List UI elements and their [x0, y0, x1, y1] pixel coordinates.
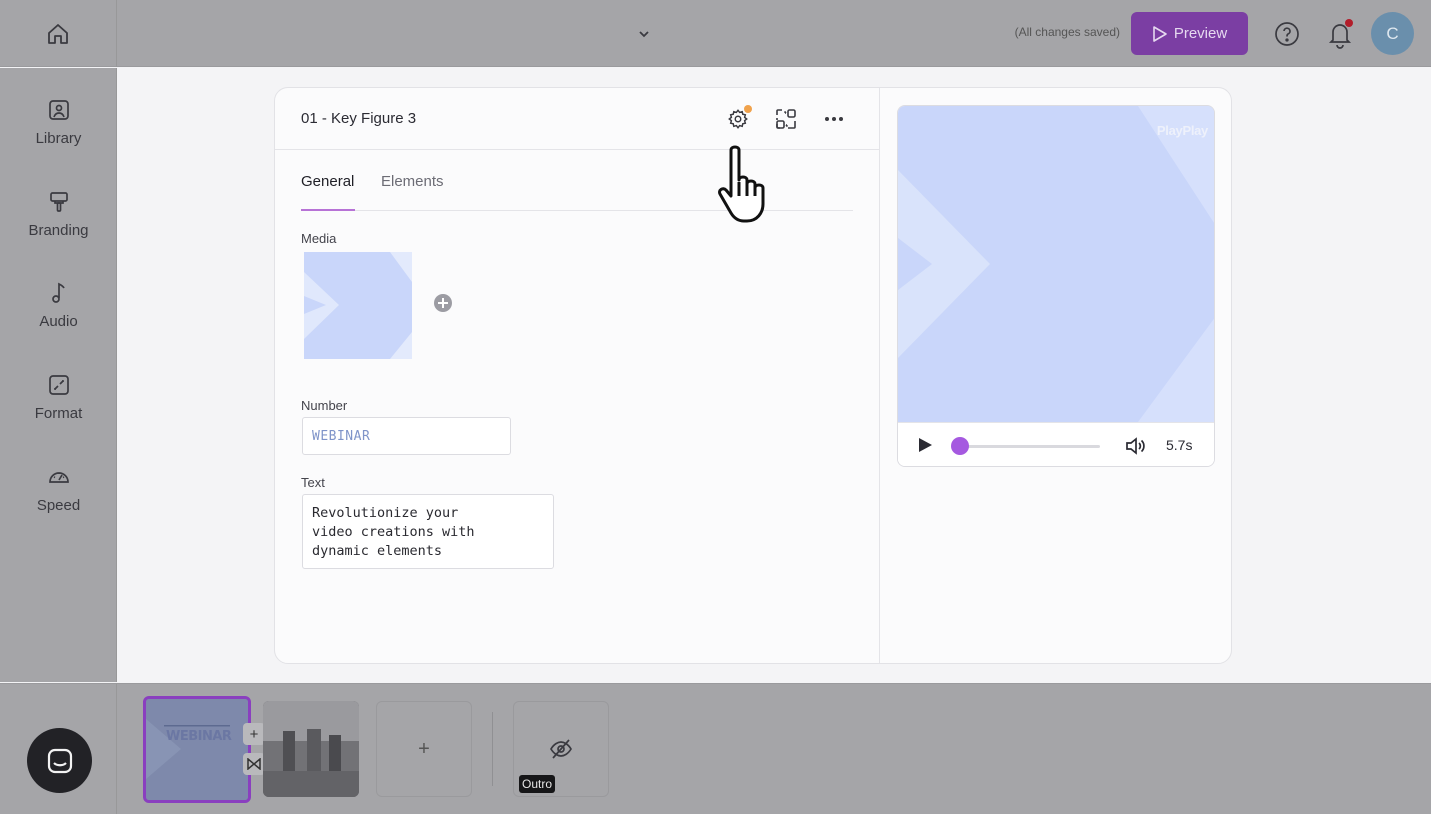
- timeline-left-panel: [0, 684, 117, 814]
- sidebar: Library Branding Audio Format Speed: [0, 68, 117, 682]
- home-button[interactable]: [0, 0, 117, 67]
- timeline-clip-1[interactable]: WEBINAR: [143, 696, 251, 803]
- play-icon[interactable]: [916, 436, 934, 454]
- top-bar: (All changes saved) Preview C: [0, 0, 1431, 67]
- player-controls: 5.7s: [898, 422, 1214, 466]
- seek-bar[interactable]: [960, 445, 1100, 448]
- outro-clip[interactable]: Outro: [513, 701, 609, 797]
- swap-layout-icon: [776, 109, 796, 129]
- transition-button[interactable]: [243, 753, 265, 775]
- timeline-divider: [492, 712, 493, 786]
- gauge-icon: [48, 472, 69, 483]
- sidebar-item-label: Branding: [28, 222, 89, 239]
- number-field[interactable]: WEBINAR: [302, 417, 511, 455]
- preview-label: Preview: [1173, 25, 1228, 42]
- chat-icon: [47, 748, 72, 773]
- swap-layout-button[interactable]: [773, 106, 799, 132]
- sidebar-item-label: Audio: [39, 313, 78, 330]
- resize-icon: [48, 375, 69, 395]
- chevron-down-icon: [639, 31, 649, 38]
- play-outline-icon: [1153, 25, 1167, 42]
- paint-roller-icon: [49, 192, 68, 212]
- notification-dot: [1345, 19, 1353, 27]
- settings-indicator-dot: [744, 105, 752, 113]
- preview-canvas[interactable]: PlayPlay: [898, 106, 1214, 422]
- sidebar-item-library[interactable]: Library: [0, 98, 117, 168]
- more-icon: [825, 117, 843, 121]
- avatar[interactable]: C: [1371, 12, 1414, 55]
- timeline: WEBINAR + + Outro: [0, 683, 1431, 814]
- scene-title: 01 - Key Figure 3: [301, 110, 417, 127]
- tab-general[interactable]: General: [301, 173, 354, 190]
- sidebar-item-speed[interactable]: Speed: [0, 465, 117, 535]
- add-clip-inline-button[interactable]: +: [243, 723, 265, 745]
- brand-watermark: PlayPlay: [1156, 123, 1208, 138]
- sidebar-item-label: Format: [34, 405, 83, 422]
- more-options-button[interactable]: [821, 106, 847, 132]
- project-dropdown[interactable]: [634, 26, 654, 42]
- sidebar-item-branding[interactable]: Branding: [0, 190, 117, 260]
- clip-title: WEBINAR: [166, 729, 232, 744]
- text-label: Text: [301, 475, 325, 490]
- panel-divider: [879, 88, 880, 663]
- video-preview: PlayPlay 5.7s: [897, 105, 1215, 467]
- eye-off-icon: [550, 739, 572, 759]
- sidebar-item-label: Library: [35, 130, 82, 147]
- sidebar-item-format[interactable]: Format: [0, 373, 117, 443]
- sidebar-item-label: Speed: [36, 497, 81, 514]
- image-icon: [48, 100, 69, 120]
- volume-icon[interactable]: [1124, 435, 1146, 457]
- hand-pointer-cursor-icon: [718, 145, 765, 223]
- transition-icon: [247, 758, 261, 770]
- text-field[interactable]: Revolutionize your video creations with …: [302, 494, 554, 569]
- home-icon: [48, 23, 68, 44]
- timeline-clip-2[interactable]: [263, 701, 359, 797]
- music-note-icon: [51, 282, 65, 303]
- media-thumbnail[interactable]: [304, 252, 412, 359]
- preview-button[interactable]: Preview: [1131, 12, 1248, 55]
- active-tab-indicator: [301, 209, 355, 211]
- sidebar-item-audio[interactable]: Audio: [0, 281, 117, 351]
- help-circle-icon[interactable]: [1274, 21, 1300, 47]
- header-divider: [275, 149, 879, 150]
- outro-badge: Outro: [519, 775, 556, 793]
- media-label: Media: [301, 231, 337, 246]
- number-label: Number: [301, 398, 348, 413]
- chat-button[interactable]: [27, 728, 92, 793]
- add-media-icon[interactable]: [433, 293, 453, 313]
- duration-label: 5.7s: [1166, 437, 1193, 453]
- tab-elements[interactable]: Elements: [381, 173, 444, 190]
- seek-knob[interactable]: [951, 437, 969, 455]
- add-scene-button[interactable]: +: [376, 701, 472, 797]
- save-status: (All changes saved): [1014, 25, 1120, 39]
